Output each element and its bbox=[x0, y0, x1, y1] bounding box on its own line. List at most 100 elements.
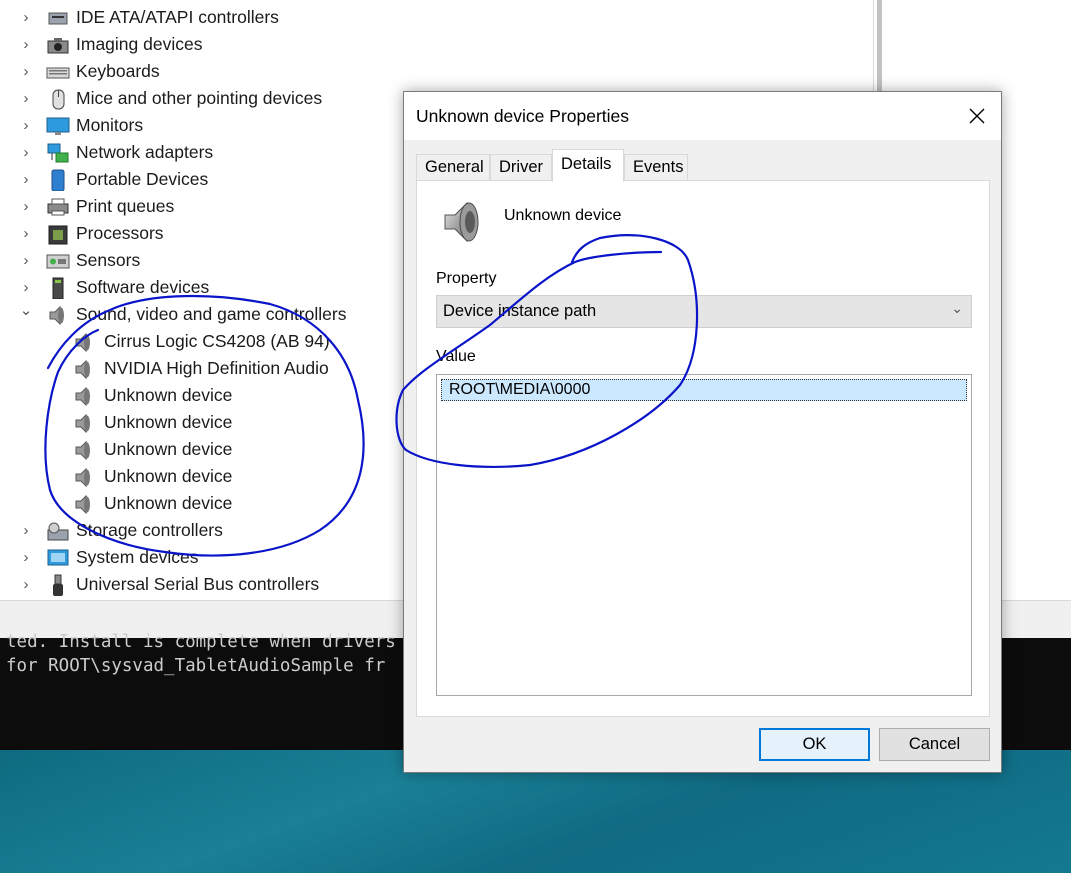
tree-device-item[interactable]: NVIDIA High Definition Audio bbox=[72, 355, 329, 382]
tree-device-item[interactable]: Unknown device bbox=[72, 490, 232, 517]
tab-general[interactable]: General bbox=[416, 154, 490, 181]
tree-device-item[interactable]: Unknown device bbox=[72, 409, 232, 436]
close-button[interactable] bbox=[953, 92, 1001, 140]
chevron-right-icon[interactable]: › bbox=[18, 252, 34, 269]
tree-item-label: Unknown device bbox=[104, 412, 233, 432]
dialog-titlebar[interactable]: Unknown device Properties bbox=[404, 92, 1001, 140]
scrollbar-thumb[interactable] bbox=[877, 0, 882, 95]
tree-item-label: Unknown device bbox=[104, 385, 233, 405]
printer-icon bbox=[46, 196, 70, 218]
tree-item-label: Mice and other pointing devices bbox=[76, 88, 323, 108]
tree-item-label: Network adapters bbox=[76, 142, 214, 162]
tree-device-item[interactable]: Unknown device bbox=[72, 436, 232, 463]
tab-events[interactable]: Events bbox=[624, 154, 688, 181]
chevron-right-icon[interactable]: › bbox=[18, 549, 34, 566]
speaker-icon bbox=[46, 304, 70, 326]
dialog-title: Unknown device Properties bbox=[416, 106, 630, 126]
tree-category-storage-controllers[interactable]: › Storage controllers bbox=[18, 517, 223, 544]
tree-item-label: NVIDIA High Definition Audio bbox=[104, 358, 329, 378]
value-label: Value bbox=[436, 348, 476, 365]
chevron-right-icon[interactable]: › bbox=[18, 576, 34, 593]
chevron-right-icon[interactable]: › bbox=[18, 63, 34, 80]
value-row-selected[interactable]: ROOT\MEDIA\0000 bbox=[441, 379, 967, 401]
chevron-down-icon[interactable]: ⌄ bbox=[18, 301, 34, 319]
property-dropdown[interactable]: Device instance path ⌄ bbox=[436, 295, 972, 328]
speaker-icon bbox=[444, 201, 479, 243]
tree-device-item[interactable]: Cirrus Logic CS4208 (AB 94) bbox=[72, 328, 330, 355]
speaker-icon bbox=[72, 466, 96, 488]
tree-category-ide-ata-atapi-controllers[interactable]: › IDE ATA/ATAPI controllers bbox=[18, 4, 279, 31]
storage-icon bbox=[46, 520, 70, 542]
tree-item-label: Sound, video and game controllers bbox=[76, 304, 347, 324]
tree-item-label: Keyboards bbox=[76, 61, 160, 81]
tree-category-imaging-devices[interactable]: › Imaging devices bbox=[18, 31, 203, 58]
cancel-button[interactable]: Cancel bbox=[879, 728, 990, 761]
tree-category-sound-video-and-game-controllers[interactable]: ⌄ Sound, video and game controllers bbox=[18, 301, 346, 328]
keyboard-icon bbox=[46, 61, 70, 83]
close-icon bbox=[969, 108, 985, 124]
ide-controller-icon bbox=[46, 7, 70, 29]
chevron-right-icon[interactable]: › bbox=[18, 522, 34, 539]
chevron-right-icon[interactable]: › bbox=[18, 9, 34, 26]
tree-category-network-adapters[interactable]: › Network adapters bbox=[18, 139, 213, 166]
chevron-right-icon[interactable]: › bbox=[18, 171, 34, 188]
tree-item-label: Unknown device bbox=[104, 466, 233, 486]
tree-category-universal-serial-bus-controllers[interactable]: › Universal Serial Bus controllers bbox=[18, 571, 319, 598]
property-label: Property bbox=[436, 270, 497, 287]
console-line: ted. Install is complete when drivers bbox=[6, 632, 396, 652]
tree-device-item[interactable]: Unknown device bbox=[72, 463, 232, 490]
processor-icon bbox=[46, 223, 70, 245]
chevron-right-icon[interactable]: › bbox=[18, 279, 34, 296]
tree-item-label: System devices bbox=[76, 547, 199, 567]
chevron-right-icon[interactable]: › bbox=[18, 117, 34, 134]
tree-scrollbar[interactable] bbox=[873, 0, 885, 95]
property-dropdown-value: Device instance path bbox=[443, 302, 597, 320]
tree-item-label: Portable Devices bbox=[76, 169, 209, 189]
properties-dialog: Unknown device Properties General Driver… bbox=[403, 91, 1002, 773]
system-icon bbox=[46, 547, 70, 569]
portable-device-icon bbox=[46, 169, 70, 191]
camera-icon bbox=[46, 34, 70, 56]
tree-category-portable-devices[interactable]: › Portable Devices bbox=[18, 166, 208, 193]
chevron-down-icon: ⌄ bbox=[951, 300, 963, 316]
network-icon bbox=[46, 142, 70, 164]
tree-device-item[interactable]: Unknown device bbox=[72, 382, 232, 409]
speaker-icon bbox=[72, 439, 96, 461]
tab-driver[interactable]: Driver bbox=[490, 154, 552, 181]
tree-category-system-devices[interactable]: › System devices bbox=[18, 544, 199, 571]
speaker-icon bbox=[72, 412, 96, 434]
monitor-icon bbox=[46, 115, 70, 137]
chevron-right-icon[interactable]: › bbox=[18, 225, 34, 242]
tree-category-mice-and-other-pointing-devices[interactable]: › Mice and other pointing devices bbox=[18, 85, 322, 112]
tree-category-print-queues[interactable]: › Print queues bbox=[18, 193, 175, 220]
tree-category-processors[interactable]: › Processors bbox=[18, 220, 164, 247]
speaker-icon bbox=[72, 331, 96, 353]
tree-item-label: Imaging devices bbox=[76, 34, 203, 54]
tab-details[interactable]: Details bbox=[552, 149, 624, 182]
tree-item-label: Unknown device bbox=[104, 493, 233, 513]
tree-item-label: Sensors bbox=[76, 250, 141, 270]
tree-item-label: Unknown device bbox=[104, 439, 233, 459]
ok-button[interactable]: OK bbox=[759, 728, 870, 761]
console-line: for ROOT\sysvad_TabletAudioSample fr bbox=[6, 656, 386, 676]
tree-category-keyboards[interactable]: › Keyboards bbox=[18, 58, 160, 85]
value-list[interactable]: ROOT\MEDIA\0000 bbox=[436, 374, 972, 696]
chevron-right-icon[interactable]: › bbox=[18, 198, 34, 215]
tree-category-monitors[interactable]: › Monitors bbox=[18, 112, 144, 139]
chevron-right-icon[interactable]: › bbox=[18, 144, 34, 161]
device-name: Unknown device bbox=[504, 207, 622, 224]
tree-item-label: IDE ATA/ATAPI controllers bbox=[76, 7, 279, 27]
speaker-icon bbox=[72, 358, 96, 380]
software-device-icon bbox=[46, 277, 70, 299]
chevron-right-icon[interactable]: › bbox=[18, 90, 34, 107]
tree-item-label: Monitors bbox=[76, 115, 144, 135]
mouse-icon bbox=[46, 88, 70, 110]
tree-category-software-devices[interactable]: › Software devices bbox=[18, 274, 209, 301]
tree-item-label: Print queues bbox=[76, 196, 175, 216]
chevron-right-icon[interactable]: › bbox=[18, 36, 34, 53]
sensor-icon bbox=[46, 250, 70, 272]
tree-item-label: Software devices bbox=[76, 277, 210, 297]
tree-item-label: Processors bbox=[76, 223, 164, 243]
details-panel: Unknown device Property Device instance … bbox=[416, 180, 990, 717]
tree-category-sensors[interactable]: › Sensors bbox=[18, 247, 141, 274]
